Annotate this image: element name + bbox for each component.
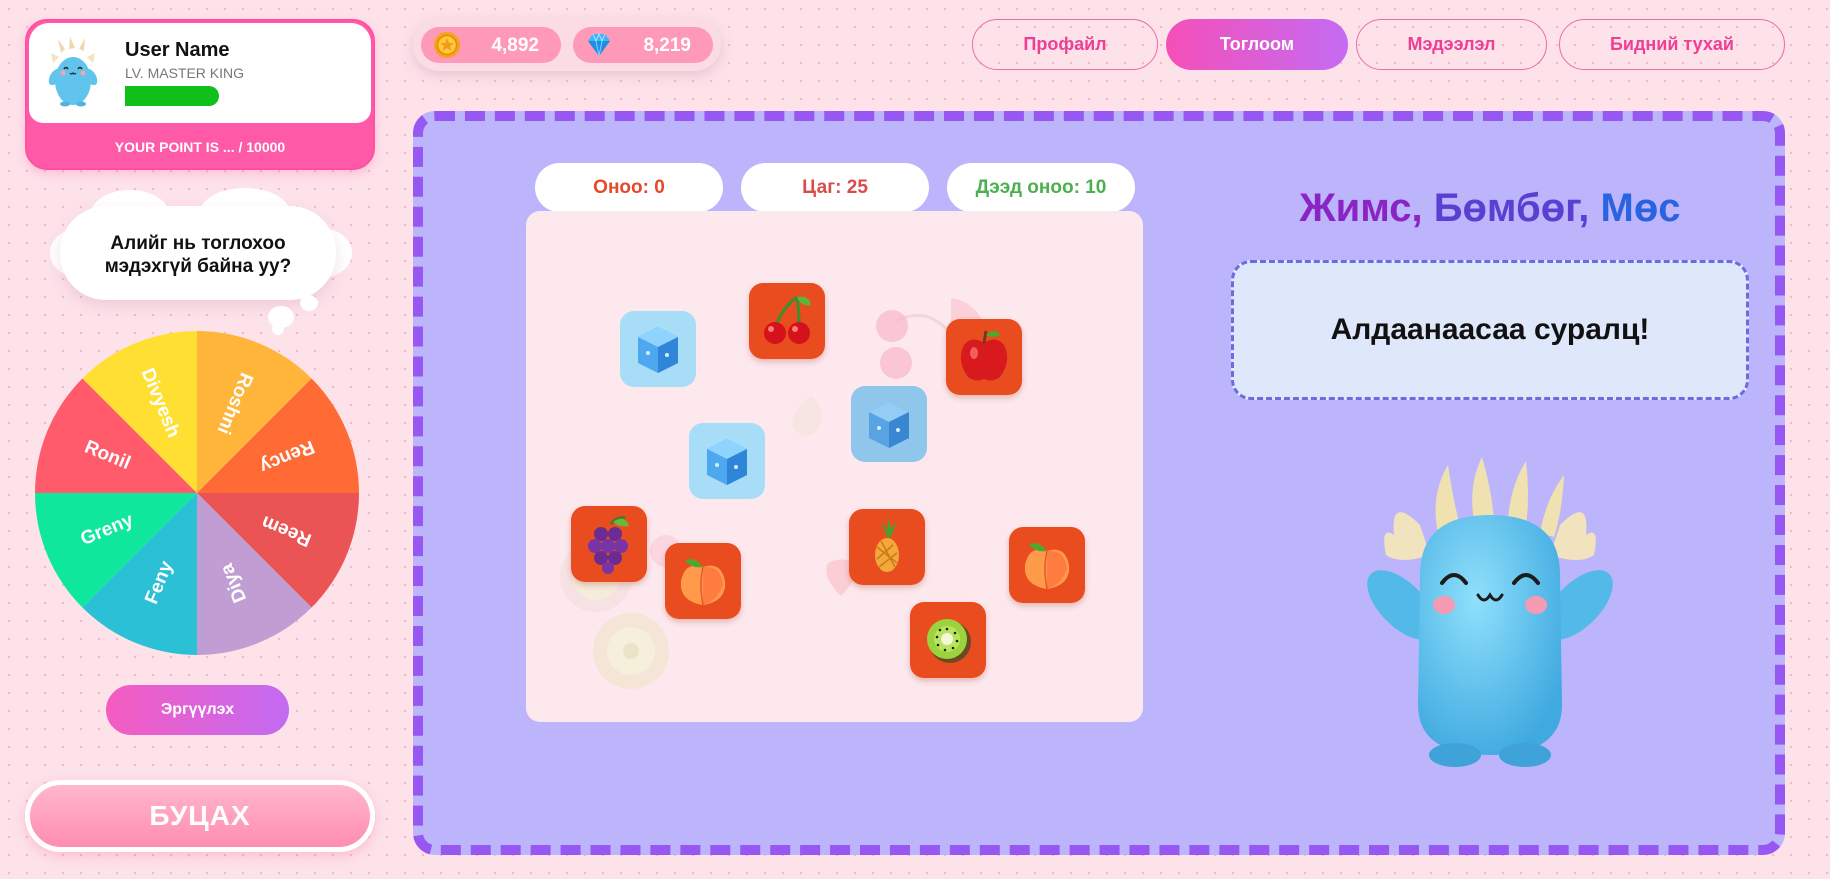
score-display: Оноо: 0 xyxy=(535,163,723,212)
thought-bubble: Алийг нь тоглохоо мэдэхгүй байна уу? xyxy=(50,188,360,338)
game-item[interactable] xyxy=(851,386,927,462)
game-item[interactable] xyxy=(620,311,696,387)
ice-cube-icon xyxy=(869,402,909,448)
grapes-icon xyxy=(588,516,629,574)
coin-icon xyxy=(434,32,460,58)
nav-tab-info[interactable]: Мэдээлэл xyxy=(1356,19,1547,70)
profile-info: User Name LV. MASTER KING xyxy=(29,23,371,123)
cherry-icon xyxy=(764,295,811,344)
spin-wheel[interactable]: RoshniRencyReemDiyaFenyGrenyRonilDivyesh xyxy=(34,330,360,656)
profile-card[interactable]: User Name LV. MASTER KING YOUR POINT IS … xyxy=(25,19,375,170)
title-part-ball: Бөмбөг, xyxy=(1433,186,1590,230)
pineapple-icon xyxy=(875,517,899,572)
bubble-text: Алийг нь тоглохоо мэдэхгүй байна уу? xyxy=(60,232,336,278)
gem-counter: 8,219 xyxy=(573,27,713,63)
time-display: Цаг: 25 xyxy=(741,163,929,212)
points-text: YOUR POINT IS ... / 10000 xyxy=(114,139,286,155)
title-part-ice: Мөс xyxy=(1600,186,1681,230)
bubble-dot xyxy=(300,295,318,311)
ice-cube-icon xyxy=(638,327,678,373)
kiwi-icon xyxy=(927,619,971,663)
nav-tab-about[interactable]: Бидний тухай xyxy=(1559,19,1785,70)
message-box: Алдаанаасаа суралц! xyxy=(1231,260,1749,400)
user-name: User Name xyxy=(125,39,230,61)
game-title: Жимс, Бөмбөг, Мөс xyxy=(1210,186,1770,231)
coin-value: 4,892 xyxy=(491,35,539,56)
nav-tab-game[interactable]: Тоглоом xyxy=(1166,19,1348,70)
game-item[interactable] xyxy=(665,543,741,619)
back-button[interactable]: БУЦАХ xyxy=(25,780,375,852)
game-item[interactable] xyxy=(689,423,765,499)
peach-icon xyxy=(1024,543,1070,590)
ice-cube-icon xyxy=(707,439,747,485)
diamond-icon xyxy=(588,32,610,57)
game-item[interactable] xyxy=(749,283,825,359)
bubble-line-2: мэдэхгүй байна уу? xyxy=(104,256,292,277)
game-item[interactable] xyxy=(910,602,986,678)
peach-icon xyxy=(680,559,726,606)
nav-tab-profile[interactable]: Профайл xyxy=(972,19,1158,70)
coin-counter: 4,892 xyxy=(421,27,561,63)
faded-pear xyxy=(792,396,822,436)
game-item[interactable] xyxy=(946,319,1022,395)
monster-mascot xyxy=(1367,457,1613,767)
avatar xyxy=(48,37,98,107)
game-item[interactable] xyxy=(1009,527,1085,603)
play-area[interactable] xyxy=(526,211,1143,722)
game-item[interactable] xyxy=(849,509,925,585)
level-progress-bar xyxy=(125,86,219,106)
title-part-fruit: Жимс, xyxy=(1299,186,1423,230)
game-item[interactable] xyxy=(571,506,647,582)
gem-value: 8,219 xyxy=(643,35,691,56)
currency-bar: 4,892 8,219 xyxy=(413,19,721,71)
bubble-line-1: Алийг нь тоглохоо xyxy=(110,233,286,254)
spin-button[interactable]: Эргүүлэх xyxy=(106,685,289,735)
user-level: LV. MASTER KING xyxy=(125,65,245,81)
apple-icon xyxy=(960,330,1008,381)
best-score-display: Дээд оноо: 10 xyxy=(947,163,1135,212)
